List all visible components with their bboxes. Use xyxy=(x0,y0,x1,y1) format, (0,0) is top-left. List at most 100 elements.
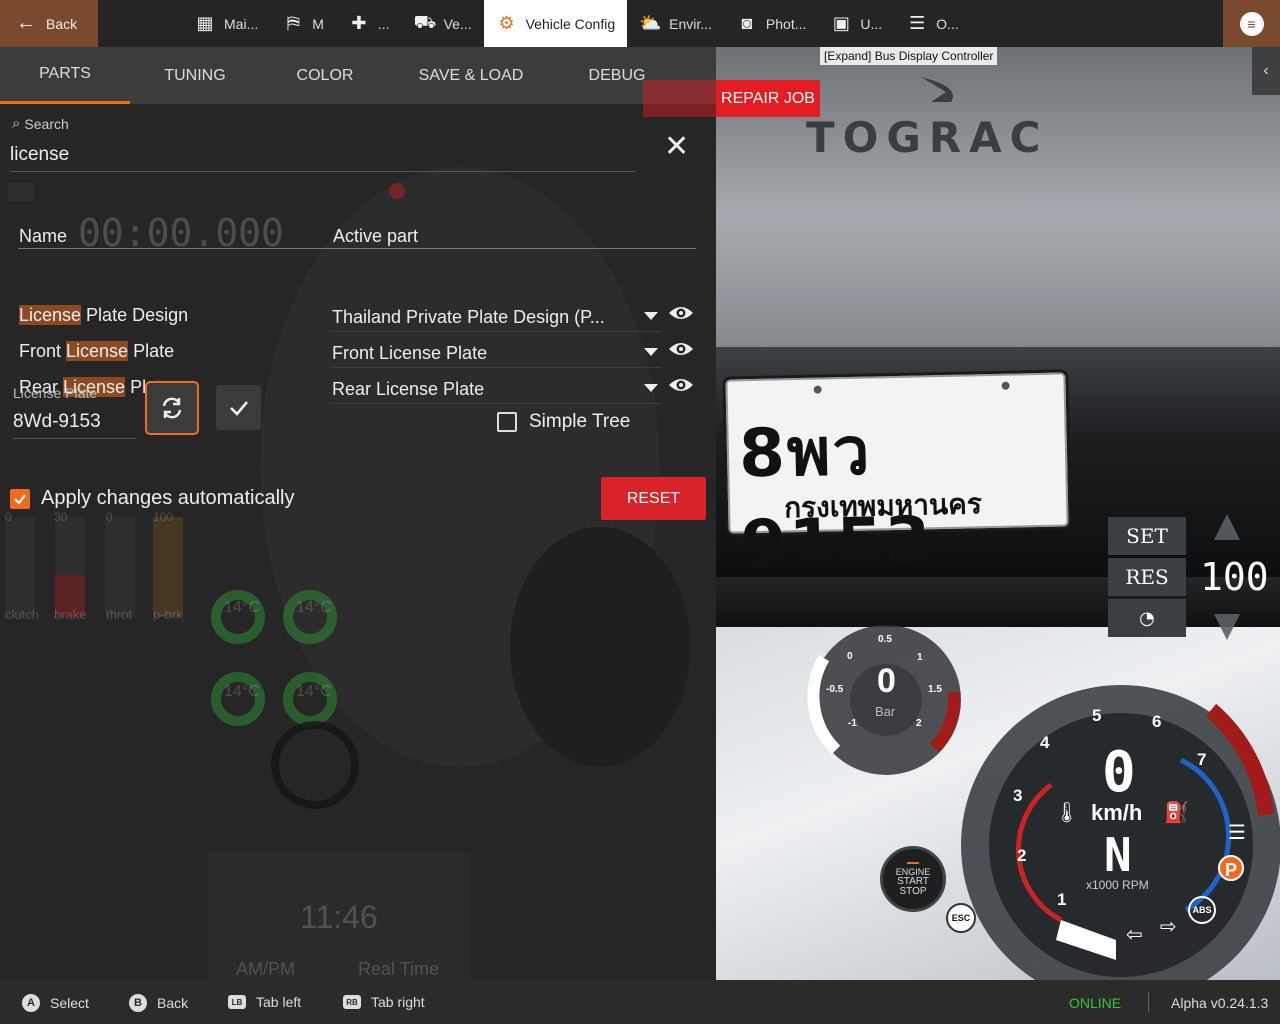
apply-plate-button[interactable] xyxy=(216,385,261,430)
cruise-up-icon[interactable] xyxy=(1214,514,1240,540)
subtab-tuning[interactable]: TUNING xyxy=(130,47,260,104)
reset-button[interactable]: RESET xyxy=(601,477,706,520)
eye-icon[interactable] xyxy=(668,340,694,358)
tab-ui[interactable]: ▣ U... xyxy=(818,0,894,47)
subtab-color[interactable]: COLOR xyxy=(260,47,390,104)
active-part-select[interactable]: Thailand Private Plate Design (P... xyxy=(330,302,662,332)
license-plate: 8พว 9153 กรุงเทพมหานคร xyxy=(722,369,1072,583)
tab-label: Vehicle Config xyxy=(525,15,616,32)
controller-button-icon: RB xyxy=(343,995,361,1009)
tab-label: U... xyxy=(860,15,883,32)
parts-table-header: Name Active part xyxy=(18,223,696,249)
plate-province: กรุงเทพมหานคร xyxy=(783,487,983,525)
part-name: Front License Plate xyxy=(19,341,175,361)
subtab-save-load[interactable]: SAVE & LOAD xyxy=(390,47,552,104)
license-plate-label: License Plate xyxy=(13,385,98,401)
plate-screw xyxy=(1001,381,1010,390)
car-icon: ⛟ xyxy=(413,11,437,32)
tab-weather[interactable]: ⛅ Envir... xyxy=(627,0,724,47)
part-row[interactable]: License Plate Design Thailand Private Pla… xyxy=(18,300,696,332)
gear-indicator: N xyxy=(1104,828,1132,882)
tab-label: Ve... xyxy=(443,15,472,32)
turn-left-icon: ⇦ xyxy=(1126,924,1143,946)
simple-tree-checkbox[interactable] xyxy=(497,412,517,432)
hamburger-icon: ≡ xyxy=(1239,11,1264,36)
tab-map[interactable]: ⛿ M xyxy=(270,0,336,47)
apply-automatically-checkbox[interactable] xyxy=(10,488,30,509)
simple-tree-toggle[interactable]: Simple Tree xyxy=(497,411,630,433)
ghost-pedal-value: 0 xyxy=(5,510,12,524)
search-input[interactable]: license xyxy=(10,142,636,172)
tab-dashboard[interactable]: ▦ Mai... xyxy=(182,0,270,47)
eye-icon[interactable] xyxy=(668,304,694,322)
rpm-tick: 2 xyxy=(1017,846,1027,865)
engine-start-stop-button[interactable]: ENGINE START STOP xyxy=(880,846,946,912)
start-stop-indicator xyxy=(907,861,919,864)
tab-vehicle-config[interactable]: ⚙ Vehicle Config xyxy=(483,0,628,47)
ghost-clock: 11:46 xyxy=(300,899,378,935)
bottom-bar: A Select B Back LB Tab left RB Tab right ONLINE… xyxy=(0,980,1280,1024)
chevron-down-icon[interactable] xyxy=(644,312,658,320)
controller-button-icon: LB xyxy=(228,995,246,1009)
back-label: Back xyxy=(46,15,78,32)
active-part-select[interactable]: Rear License Plate xyxy=(330,374,662,404)
simple-tree-label: Simple Tree xyxy=(529,411,631,432)
parking-brake-icon: P xyxy=(1218,855,1244,881)
back-button[interactable]: ← Back xyxy=(0,0,98,47)
chevron-down-icon[interactable] xyxy=(644,384,658,392)
dashboard-gauges xyxy=(807,625,1280,980)
version-label: Alpha v0.24.1.3 xyxy=(1171,995,1269,1011)
boost-tick: -0.5 xyxy=(826,684,844,695)
part-row[interactable]: Front License Plate Front License Plate xyxy=(18,336,696,368)
apply-automatically-toggle[interactable]: Apply changes automatically xyxy=(10,487,294,510)
cruise-set-button[interactable]: SET xyxy=(1108,517,1186,555)
cancel-ghost xyxy=(643,80,716,117)
tab-label: ... xyxy=(377,15,390,32)
license-plate-input[interactable]: 8Wd-9153 xyxy=(13,407,136,439)
engine-icon: ⚙ xyxy=(498,13,515,33)
game-ui: ← Back ▦ Mai... ⛿ M ✚... ⛟ Ve... ⚙ Vehicle Confi… xyxy=(0,0,1280,1024)
boost-tick: 0.5 xyxy=(878,634,892,645)
search-icon: ⌕ xyxy=(12,115,21,132)
camera-icon: ◙ xyxy=(741,13,753,33)
cruise-speed-readout: 100 xyxy=(1200,555,1269,599)
top-bar: ← Back ▦ Mai... ⛿ M ✚... ⛟ Ve... ⚙ Vehicle Confi… xyxy=(0,0,1280,47)
menu-button[interactable]: ≡ xyxy=(1223,0,1280,47)
clear-search-icon[interactable]: ✕ xyxy=(664,129,689,164)
column-name: Name xyxy=(19,226,68,246)
esc-button[interactable]: ESC xyxy=(946,903,976,933)
part-row[interactable]: Rear License PlateRear License Plate xyxy=(18,372,696,404)
boost-value: 0 xyxy=(877,662,896,700)
search-highlight: License xyxy=(66,341,129,361)
speed-value: 0 xyxy=(1102,740,1136,805)
ghost-pedal-label: p-brk xyxy=(153,607,183,622)
brand-lettering: TOGRAC xyxy=(806,113,1049,162)
checkmark-icon xyxy=(229,400,248,416)
ghost-pedal-value: 30 xyxy=(54,510,68,524)
tab-puzzle[interactable]: ✚... xyxy=(336,0,402,47)
active-part-select[interactable]: Front License Plate xyxy=(330,338,662,368)
hint-back: B Back xyxy=(129,994,188,1012)
collapse-panel-button[interactable]: ‹ xyxy=(1252,47,1280,95)
eye-icon[interactable] xyxy=(668,376,694,394)
bus-display-controller-label[interactable]: [Expand] Bus Display Controller xyxy=(820,47,998,65)
ghost-tire-temp: 14°C xyxy=(224,683,260,700)
boost-tick: 0 xyxy=(847,651,853,662)
online-status: ONLINE xyxy=(1069,995,1122,1011)
subtab-parts[interactable]: PARTS xyxy=(0,47,130,104)
tab-car[interactable]: ⛟ Ve... xyxy=(402,0,484,47)
boost-tick: -1 xyxy=(848,718,857,729)
tab-camera[interactable]: ◙ Phot... xyxy=(724,0,818,47)
chevron-down-icon[interactable] xyxy=(644,348,658,356)
tab-sliders[interactable]: ☰ O... xyxy=(894,0,971,47)
randomize-plate-button[interactable] xyxy=(145,381,199,435)
repair-job-button[interactable]: REPAIR JOB xyxy=(716,80,820,117)
vehicle-config-panel: 00:00.000 REPAIR VEHICLE CANCEL 11:46 AM… xyxy=(0,47,716,980)
refresh-icon xyxy=(162,397,182,419)
abs-icon: ABS xyxy=(1188,896,1216,924)
hint-select: A Select xyxy=(22,994,89,1012)
weather-icon: ⛅ xyxy=(639,13,662,33)
turn-right-icon: ⇨ xyxy=(1160,916,1177,938)
cruise-res-button[interactable]: RES xyxy=(1108,558,1186,596)
search-highlight: License xyxy=(19,305,82,325)
